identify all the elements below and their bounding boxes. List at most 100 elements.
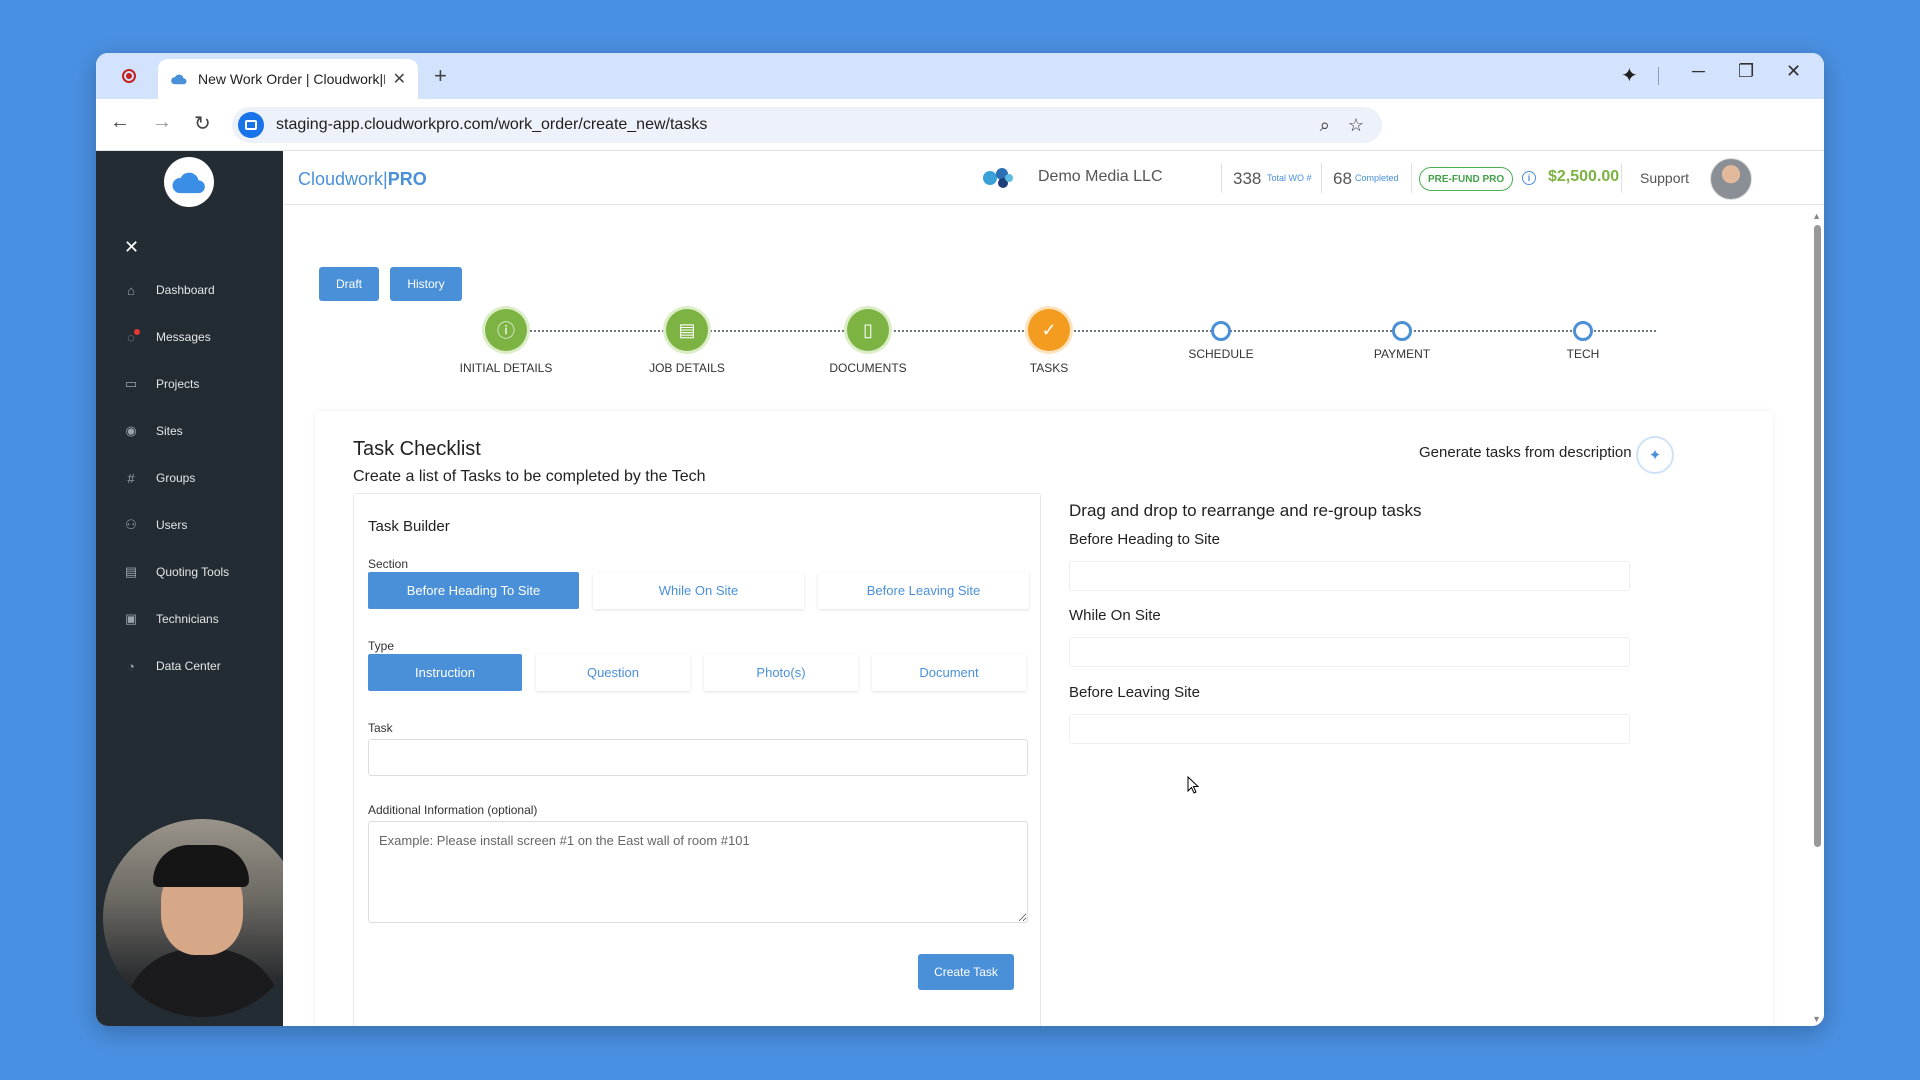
back-icon[interactable]: ← — [110, 111, 130, 134]
minimize-icon[interactable]: ─ — [1692, 61, 1705, 82]
toolbar-divider — [1658, 67, 1659, 85]
scrollbar-thumb[interactable] — [1814, 225, 1821, 847]
webcam-body — [123, 949, 283, 1017]
sidebar-item-users[interactable]: ⚇ Users — [124, 514, 187, 536]
step-schedule[interactable]: SCHEDULE — [1141, 347, 1301, 361]
sidebar-item-label: Sites — [156, 424, 183, 438]
cloud-icon — [172, 172, 205, 194]
additional-info-textarea[interactable] — [368, 821, 1028, 923]
step-schedule-marker[interactable] — [1211, 321, 1231, 341]
new-tab-button[interactable]: + — [434, 63, 447, 89]
type-photos[interactable]: Photo(s) — [704, 654, 858, 691]
step-job-details[interactable]: JOB DETAILS — [607, 361, 767, 375]
sidebar-item-label: Data Center — [156, 659, 221, 673]
forward-icon[interactable]: → — [152, 111, 172, 134]
section-label: Section — [368, 557, 409, 571]
scroll-down-icon[interactable]: ▼ — [1812, 1014, 1821, 1024]
dnd-section-before-leaving: Before Leaving Site — [1069, 684, 1200, 701]
mouse-cursor-icon — [1187, 776, 1199, 794]
sidebar-item-quoting-tools[interactable]: ▤ Quoting Tools — [124, 561, 229, 583]
page-subtitle: Create a list of Tasks to be completed b… — [353, 468, 706, 485]
step-payment-marker[interactable] — [1392, 321, 1412, 341]
cloud-favicon — [171, 74, 187, 85]
browser-tab[interactable]: New Work Order | Cloudwork|P ✕ — [158, 59, 418, 99]
sidebar-item-label: Projects — [156, 377, 200, 391]
gemini-icon[interactable]: ✦ — [1621, 63, 1638, 88]
step-tech[interactable]: TECH — [1503, 347, 1663, 361]
unread-dot — [134, 328, 140, 335]
create-task-button[interactable]: Create Task — [918, 954, 1014, 990]
url-bar[interactable]: staging-app.cloudworkpro.com/work_order/… — [232, 107, 1382, 143]
type-label: Type — [368, 639, 395, 653]
section-before-heading[interactable]: Before Heading To Site — [368, 572, 579, 609]
restore-icon[interactable]: ❐ — [1738, 61, 1754, 82]
site-info-icon[interactable] — [238, 112, 264, 138]
step-initial-details[interactable]: INITIAL DETAILS — [426, 361, 586, 375]
browser-window: New Work Order | Cloudwork|P ✕ + ✦ ─ ❐ ✕… — [96, 53, 1824, 1026]
type-instruction[interactable]: Instruction — [368, 654, 522, 691]
webcam-cap — [153, 845, 249, 887]
users-icon: ⚇ — [125, 517, 137, 532]
webcam-overlay — [103, 819, 301, 1017]
tab-title: New Work Order | Cloudwork|P — [198, 71, 385, 87]
task-input[interactable] — [368, 739, 1028, 776]
info-icon[interactable]: ⓘ — [485, 309, 527, 351]
close-icon[interactable]: ✕ — [393, 69, 406, 89]
chat-icon: ◌ — [124, 328, 140, 345]
type-document[interactable]: Document — [872, 654, 1026, 691]
home-icon: ⌂ — [127, 282, 135, 298]
record-icon[interactable] — [122, 69, 136, 83]
sidebar-item-messages[interactable]: ◌ Messages — [124, 326, 211, 348]
sidebar-item-dashboard[interactable]: ⌂ Dashboard — [124, 279, 215, 301]
generate-tasks-label[interactable]: Generate tasks from description — [1419, 444, 1632, 461]
task-checklist-card: Task Checklist Create a list of Tasks to… — [315, 411, 1773, 1026]
main-content: Cloudwork|PRO Demo Media LLC 338 Total W… — [283, 151, 1824, 1026]
zoom-icon[interactable]: ⌕ — [1320, 115, 1330, 136]
sidebar-item-label: Groups — [156, 471, 196, 485]
sidebar-item-sites[interactable]: ◉ Sites — [124, 420, 183, 442]
page-title: Task Checklist — [353, 438, 481, 460]
step-tech-marker[interactable] — [1573, 321, 1593, 341]
map-pin-icon: ◉ — [125, 423, 137, 438]
step-payment[interactable]: PAYMENT — [1322, 347, 1482, 361]
sidebar-item-technicians[interactable]: ▣ Technicians — [124, 608, 219, 630]
sidebar-item-label: Messages — [156, 330, 211, 344]
sparkle-icon[interactable]: ✦ — [1636, 436, 1674, 474]
folder-icon: ▭ — [124, 376, 138, 391]
tab-strip: New Work Order | Cloudwork|P ✕ + ✦ ─ ❐ ✕ — [96, 53, 1824, 99]
section-before-leaving[interactable]: Before Leaving Site — [818, 572, 1029, 609]
sidebar: ✕ ⌂ Dashboard ◌ Messages ▭ Projects ◉ Si… — [96, 151, 301, 1026]
window-close-icon[interactable]: ✕ — [1786, 61, 1801, 82]
clipboard-check-icon[interactable]: ✓ — [1028, 309, 1070, 351]
id-card-icon: ▣ — [124, 611, 138, 626]
task-builder: Task Builder Section Before Heading To S… — [353, 493, 1041, 1026]
drop-zone-before-heading[interactable] — [1069, 561, 1630, 591]
dnd-section-before-heading: Before Heading to Site — [1069, 531, 1220, 548]
bookmark-star-icon[interactable]: ☆ — [1348, 115, 1364, 136]
step-documents[interactable]: DOCUMENTS — [788, 361, 948, 375]
scroll-up-icon[interactable]: ▲ — [1812, 211, 1821, 221]
type-question[interactable]: Question — [536, 654, 690, 691]
sidebar-item-label: Quoting Tools — [156, 565, 230, 579]
section-while-on-site[interactable]: While On Site — [593, 572, 804, 609]
chart-pie-icon: ◔ — [127, 658, 135, 674]
document-icon[interactable]: ▯ — [847, 309, 889, 351]
sidebar-item-label: Technicians — [156, 612, 219, 626]
task-builder-title: Task Builder — [368, 518, 450, 535]
reload-icon[interactable]: ↻ — [194, 111, 211, 136]
sidebar-item-projects[interactable]: ▭ Projects — [124, 373, 200, 395]
cloud-logo[interactable] — [164, 157, 214, 207]
dnd-title: Drag and drop to rearrange and re-group … — [1069, 501, 1422, 520]
drop-zone-before-leaving[interactable] — [1069, 714, 1630, 744]
sidebar-close-icon[interactable]: ✕ — [124, 237, 139, 258]
app: ✕ ⌂ Dashboard ◌ Messages ▭ Projects ◉ Si… — [96, 151, 1824, 1026]
url-text[interactable]: staging-app.cloudworkpro.com/work_order/… — [276, 116, 1320, 134]
clipboard-icon[interactable]: ▤ — [666, 309, 708, 351]
address-bar: ← → ↻ staging-app.cloudworkpro.com/work_… — [96, 99, 1824, 151]
sidebar-item-data-center[interactable]: ◔ Data Center — [124, 655, 221, 677]
drop-zone-while-on-site[interactable] — [1069, 637, 1630, 667]
calculator-icon: ▤ — [124, 564, 138, 579]
sidebar-item-groups[interactable]: # Groups — [124, 467, 195, 489]
step-tasks[interactable]: TASKS — [969, 361, 1129, 375]
dnd-section-while-on-site: While On Site — [1069, 607, 1161, 624]
